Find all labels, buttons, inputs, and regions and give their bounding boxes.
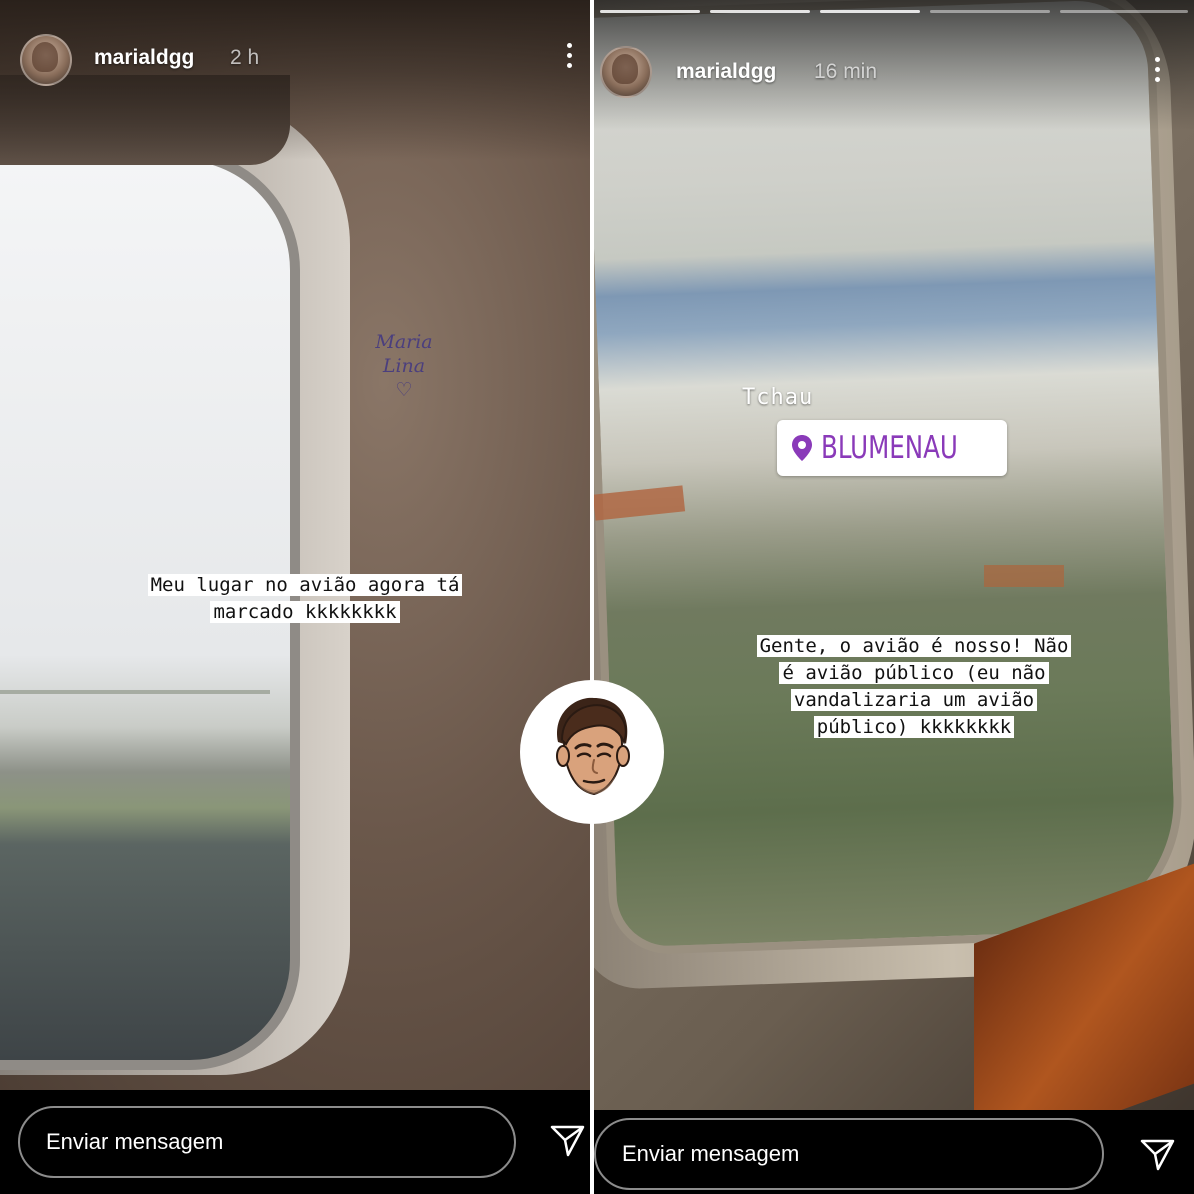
- story-progress-segment: [600, 10, 700, 13]
- left-story[interactable]: Maria Lina ♡ marialdgg 2 h Meu lugar no …: [0, 0, 590, 1194]
- caption-line: Meu lugar no avião agora tá: [147, 574, 463, 596]
- story-time: 2 h: [230, 46, 260, 69]
- reply-bar: Enviar mensagem: [0, 1090, 590, 1194]
- message-input[interactable]: Enviar mensagem: [18, 1106, 516, 1178]
- location-name: BLUMENAU: [821, 430, 958, 466]
- caption-line: público) kkkkkkkk: [813, 716, 1015, 738]
- terrain-patch: [984, 565, 1064, 587]
- handwritten-name: Maria Lina ♡: [364, 330, 444, 402]
- story-caption: Meu lugar no avião agora tá marcado kkkk…: [80, 572, 530, 626]
- send-direct-icon[interactable]: [1140, 1138, 1176, 1172]
- message-input[interactable]: Enviar mensagem: [594, 1118, 1104, 1190]
- story-time: 16 min: [814, 60, 878, 83]
- handwriting-line: Lina: [382, 355, 426, 377]
- reply-bar: Enviar mensagem: [594, 1110, 1194, 1194]
- story-progress-segment: [1060, 10, 1188, 13]
- message-placeholder: Enviar mensagem: [622, 1141, 800, 1166]
- location-sticker[interactable]: BLUMENAU: [777, 420, 1007, 476]
- tchau-text: Tchau: [742, 385, 814, 410]
- caption-line: é avião público (eu não: [779, 662, 1049, 684]
- more-options-icon[interactable]: [566, 43, 574, 73]
- caption-line: vandalizaria um avião: [790, 689, 1038, 711]
- story-progress-segment: [710, 10, 810, 13]
- airplane-window: [594, 0, 1187, 956]
- story-username[interactable]: marialdgg: [94, 46, 194, 70]
- more-options-icon[interactable]: [1154, 57, 1162, 87]
- caption-line: marcado kkkkkkkk: [210, 601, 400, 623]
- top-gradient: [0, 0, 590, 160]
- avatar[interactable]: [600, 46, 652, 98]
- right-story[interactable]: marialdgg 16 min Tchau BLUMENAU Gente, o…: [594, 0, 1194, 1194]
- message-placeholder: Enviar mensagem: [46, 1129, 224, 1154]
- cartoon-face-illustration: [556, 697, 630, 796]
- caption-line: Gente, o avião é nosso! Não: [756, 635, 1072, 657]
- cartoon-avatar-icon: [522, 682, 662, 822]
- story-progress-segment: [820, 10, 920, 13]
- avatar[interactable]: [20, 34, 72, 86]
- send-direct-icon[interactable]: [550, 1124, 586, 1158]
- story-username[interactable]: marialdgg: [676, 60, 776, 84]
- horizon-line: [0, 690, 270, 694]
- handwriting-heart: ♡: [395, 379, 413, 401]
- location-pin-icon: [792, 435, 812, 461]
- story-progress-segment: [930, 10, 1050, 13]
- story-caption: Gente, o avião é nosso! Não é avião públ…: [654, 633, 1174, 741]
- handwriting-line: Maria: [375, 331, 433, 353]
